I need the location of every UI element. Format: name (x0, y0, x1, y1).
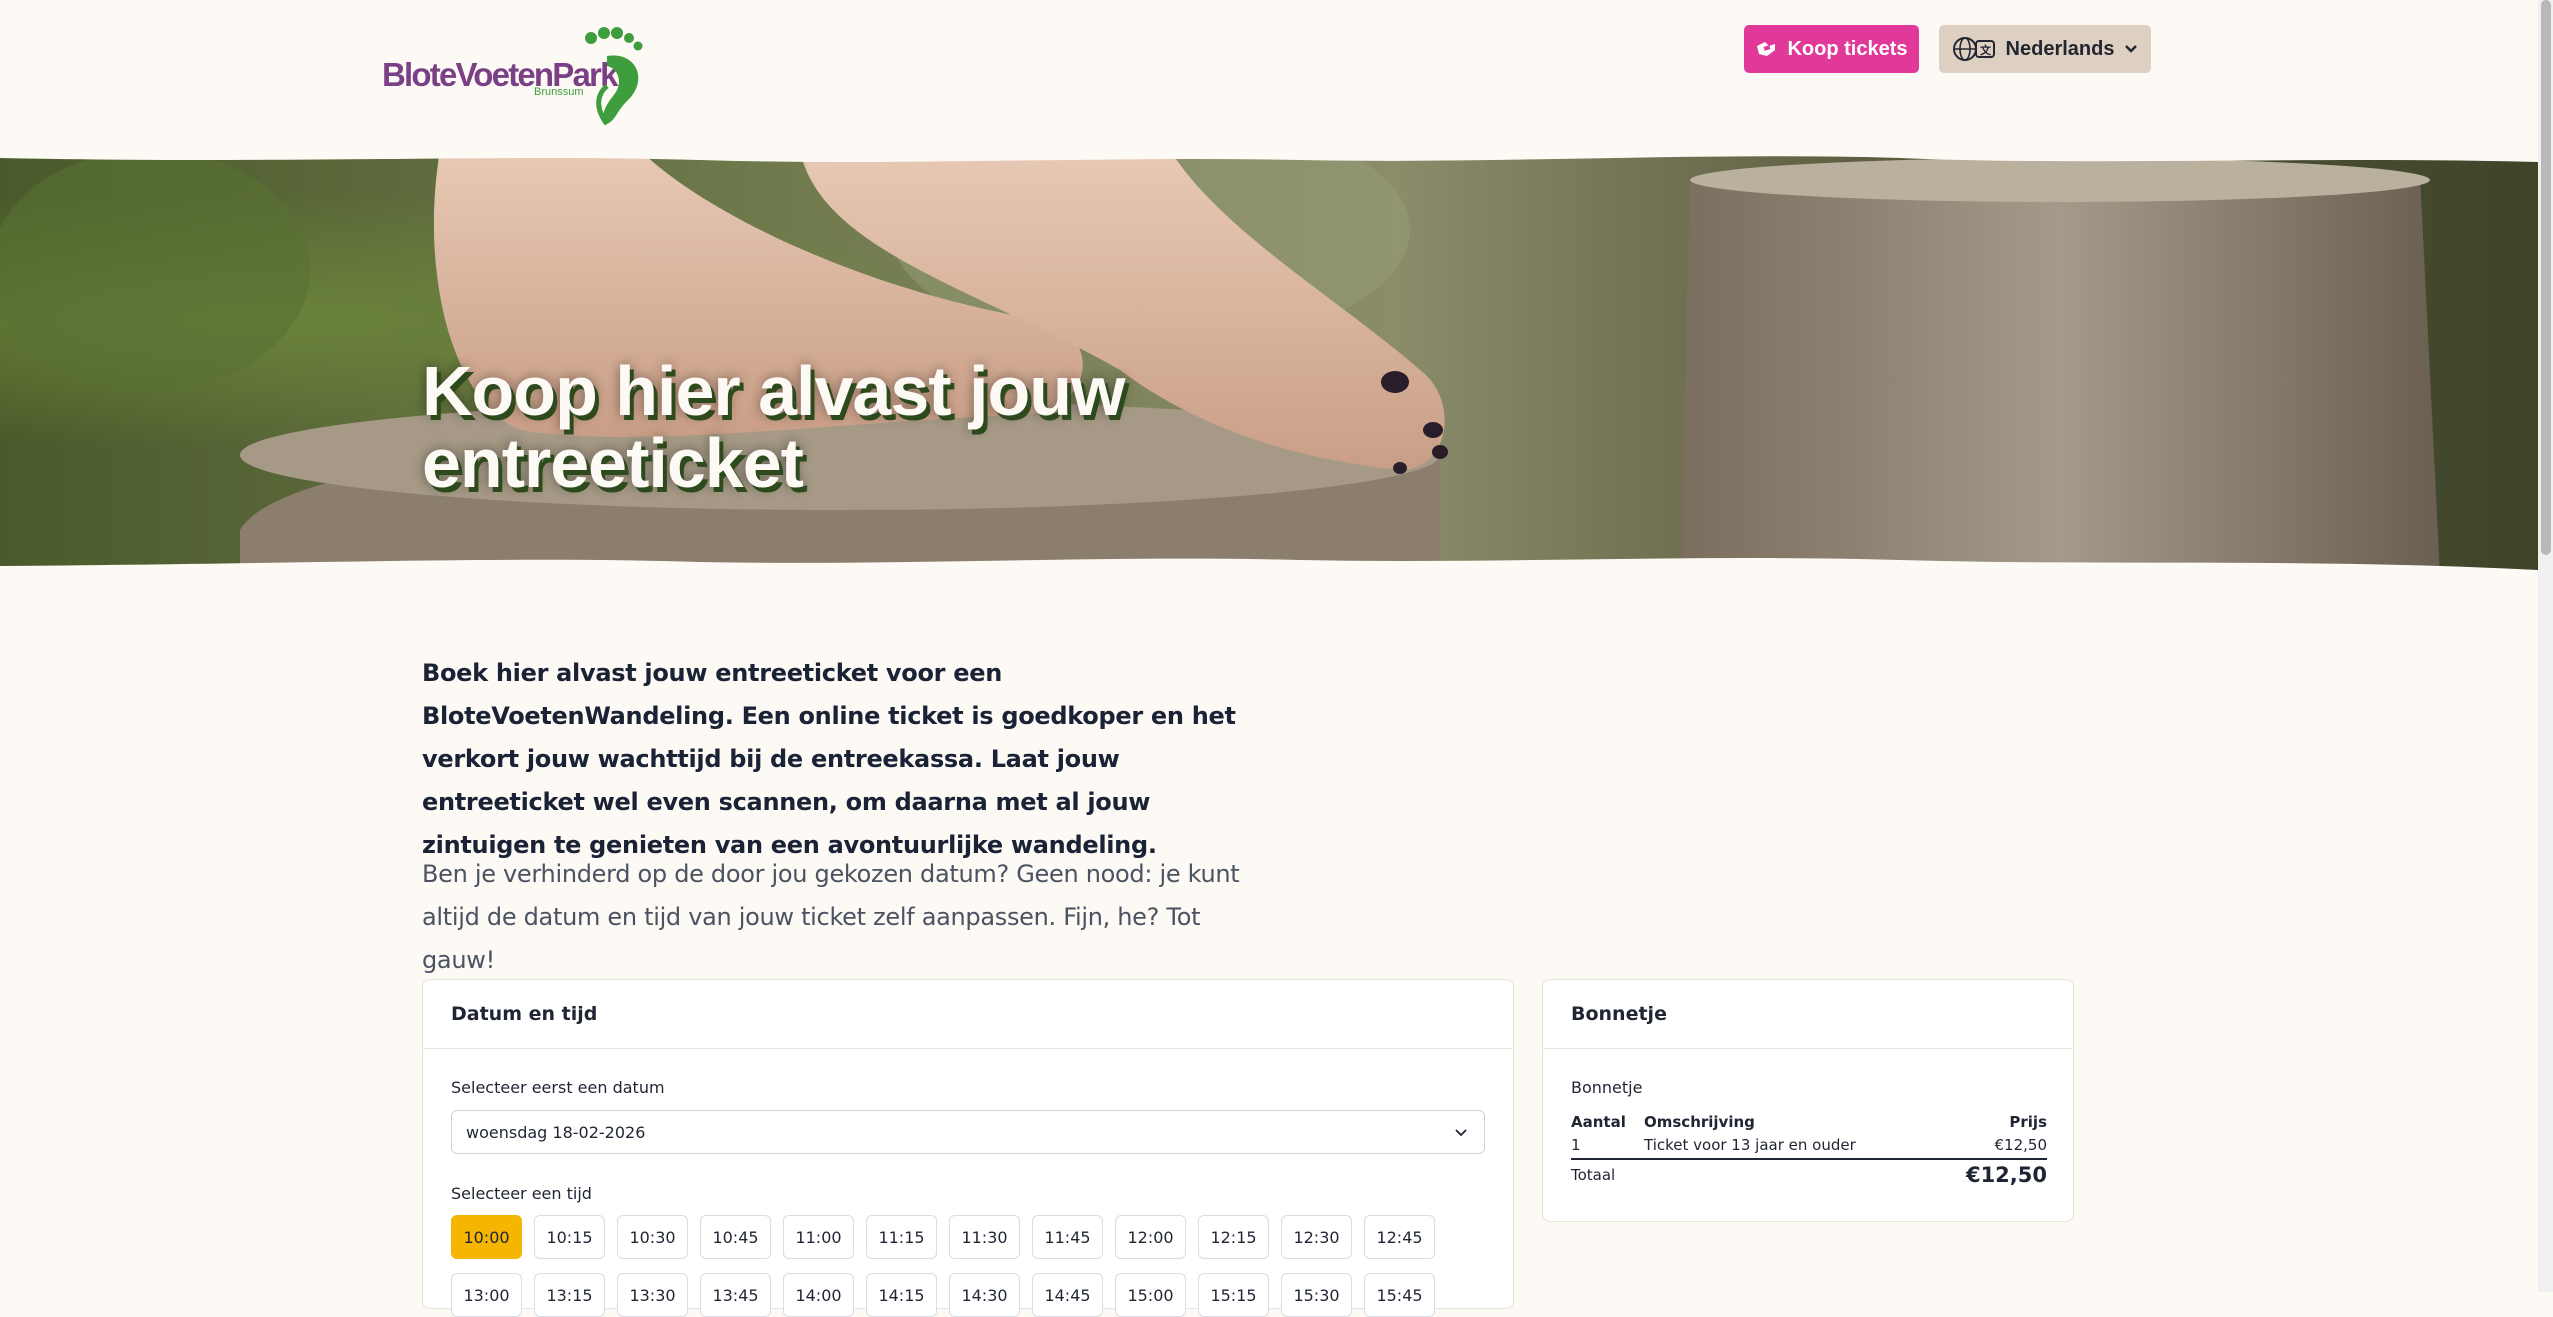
receipt-card-title: Bonnetje (1543, 980, 2073, 1049)
time-slot-button[interactable]: 13:30 (617, 1273, 688, 1317)
receipt-table: Aantal Omschrijving Prijs 1 Ticket voor … (1571, 1110, 2047, 1190)
date-time-card-title: Datum en tijd (423, 980, 1513, 1049)
time-slot-button[interactable]: 15:15 (1198, 1273, 1269, 1317)
intro-paragraph: Ben je verhinderd op de door jou gekozen… (422, 860, 1240, 974)
receipt-col-desc: Omschrijving (1644, 1112, 1755, 1131)
buy-tickets-label: Koop tickets (1787, 37, 1908, 60)
time-slot-button[interactable]: 12:00 (1115, 1215, 1186, 1259)
time-label: Selecteer een tijd (451, 1184, 592, 1203)
receipt-subtitle: Bonnetje (1571, 1078, 1643, 1097)
time-slot-button[interactable]: 15:30 (1281, 1273, 1352, 1317)
ticket-hand-icon (1757, 42, 1776, 56)
time-slot-button[interactable]: 10:00 (451, 1215, 522, 1259)
date-select[interactable]: woensdag 18-02-2026 (451, 1110, 1485, 1154)
time-slot-button[interactable]: 12:45 (1364, 1215, 1435, 1259)
footprint-icon (585, 27, 643, 126)
receipt-header-row: Aantal Omschrijving Prijs (1571, 1110, 2047, 1133)
time-slot-grid: 10:00 10:15 10:30 10:45 11:00 11:15 11:30 11:45… (451, 1215, 1491, 1317)
receipt-card: Bonnetje Bonnetje Aantal Omschrijving Pr… (1542, 979, 2074, 1222)
hero-title: Koop hier alvast jouw entreeticket (422, 352, 1125, 502)
time-slot-button[interactable]: 10:30 (617, 1215, 688, 1259)
time-slot-button[interactable]: 12:30 (1281, 1215, 1352, 1259)
time-slot-button[interactable]: 15:45 (1364, 1273, 1435, 1317)
hero-photo-barefoot (0, 150, 2538, 575)
date-select-value: woensdag 18-02-2026 (466, 1122, 646, 1142)
receipt-col-qty: Aantal (1571, 1112, 1626, 1131)
time-slot-button[interactable]: 13:15 (534, 1273, 605, 1317)
intro-bold-paragraph: Boek hier alvast jouw entreeticket voor … (422, 659, 1236, 859)
time-slot-button[interactable]: 11:30 (949, 1215, 1020, 1259)
receipt-total-row: Totaal €12,50 (1571, 1160, 2047, 1190)
time-slot-button[interactable]: 14:30 (949, 1273, 1020, 1317)
time-slot-button[interactable]: 10:45 (700, 1215, 771, 1259)
brand-logo[interactable]: BloteVoetenPark Brunssum (382, 26, 643, 126)
buy-tickets-button[interactable]: Koop tickets (1744, 25, 1919, 73)
date-label: Selecteer eerst een datum (451, 1078, 665, 1097)
time-slot-button[interactable]: 11:45 (1032, 1215, 1103, 1259)
time-slot-button[interactable]: 14:15 (866, 1273, 937, 1317)
scrollbar-thumb[interactable] (2541, 0, 2551, 555)
language-select[interactable]: 文 Nederlands (1939, 25, 2151, 73)
svg-text:文: 文 (1980, 43, 1992, 57)
receipt-line-qty: 1 (1571, 1135, 1581, 1154)
receipt-line-row: 1 Ticket voor 13 jaar en ouder €12,50 (1571, 1133, 2047, 1156)
hero-banner: Koop hier alvast jouw entreeticket (0, 150, 2538, 575)
receipt-total-label: Totaal (1571, 1166, 1616, 1184)
receipt-col-price: Prijs (2009, 1112, 2047, 1131)
chevron-down-icon (1455, 1129, 1467, 1137)
time-slot-button[interactable]: 15:00 (1115, 1273, 1186, 1317)
language-label: Nederlands (2005, 37, 2115, 60)
time-slot-button[interactable]: 11:15 (866, 1215, 937, 1259)
receipt-total-value: €12,50 (1965, 1163, 2047, 1187)
time-slot-button[interactable]: 13:45 (700, 1273, 771, 1317)
time-slot-button[interactable]: 10:15 (534, 1215, 605, 1259)
chevron-down-icon (2125, 45, 2138, 53)
date-time-card: Datum en tijd Selecteer eerst een datum … (422, 979, 1514, 1317)
site-header: BloteVoetenPark Brunssum Koop tickets 文 … (0, 0, 2538, 160)
receipt-line-price: €12,50 (1994, 1135, 2048, 1154)
time-slot-button[interactable]: 12:15 (1198, 1215, 1269, 1259)
time-slot-button[interactable]: 14:00 (783, 1273, 854, 1317)
receipt-line-desc: Ticket voor 13 jaar en ouder (1644, 1135, 1856, 1154)
time-slot-button[interactable]: 11:00 (783, 1215, 854, 1259)
translate-globe-icon: 文 (1952, 37, 1995, 61)
time-slot-button[interactable]: 14:45 (1032, 1273, 1103, 1317)
time-slot-button[interactable]: 13:00 (451, 1273, 522, 1317)
